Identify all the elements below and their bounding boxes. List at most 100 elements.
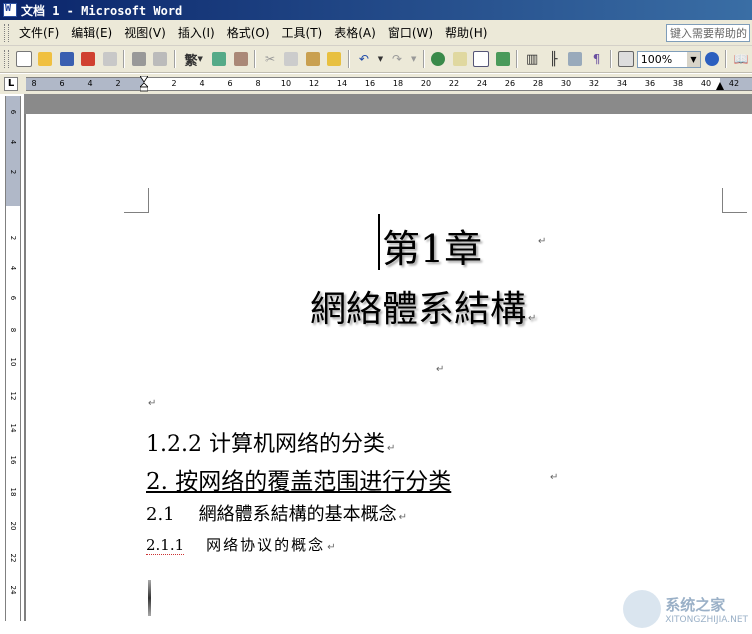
word-app-icon[interactable] — [3, 3, 17, 17]
read-icon[interactable]: 📖 — [732, 50, 749, 68]
toolbar-separator — [174, 50, 177, 68]
ruler-tick-label: 22 — [448, 79, 460, 88]
permission-icon[interactable] — [79, 50, 96, 68]
print-icon[interactable] — [130, 50, 147, 68]
ruler-tick-label: 10 — [9, 357, 17, 367]
menu-tools[interactable]: 工具(T) — [276, 22, 329, 43]
show-hide-icon[interactable]: ¶ — [588, 50, 605, 68]
toolbar-separator — [422, 50, 425, 68]
indent-marker[interactable] — [140, 76, 148, 92]
toolbar-separator — [516, 50, 519, 68]
ruler-tick-label: 12 — [308, 79, 320, 88]
ruler-tick-label: 24 — [476, 79, 488, 88]
redo-dropdown-icon[interactable]: ▼ — [410, 50, 418, 68]
open-icon[interactable] — [36, 50, 53, 68]
crop-mark-top-left — [124, 188, 149, 213]
ruler-tick-label: 8 — [31, 79, 37, 88]
toolbar-grip-handle[interactable] — [4, 50, 9, 68]
ruler-tick-label: 24 — [9, 585, 17, 595]
hyperlink-icon[interactable] — [430, 50, 447, 68]
ruler-tick-label: 34 — [616, 79, 628, 88]
heading-2-1-1-number: 2.1.1 — [146, 536, 185, 555]
copy-icon[interactable] — [283, 50, 300, 68]
horizontal-ruler-bar: L 8 6 4 2 2 4 6 8 10 12 14 16 18 20 22 2… — [0, 74, 752, 94]
menu-help[interactable]: 帮助(H) — [439, 22, 493, 43]
watermark-text: 系统之家 — [665, 595, 726, 614]
ruler-tick-label: 4 — [9, 139, 17, 145]
spelling-icon[interactable] — [210, 50, 227, 68]
ruler-tick-label: 4 — [9, 265, 17, 271]
watermark-text-group: 系统之家 XITONGZHIJIA.NET — [665, 594, 748, 625]
traditional-chinese-icon[interactable]: 繁 ▼ — [181, 50, 206, 69]
ruler-tick-label: 10 — [280, 79, 292, 88]
undo-icon[interactable]: ↶ — [355, 50, 372, 68]
ruler-tick-label: 4 — [87, 79, 93, 88]
research-icon[interactable] — [232, 50, 249, 68]
undo-dropdown-icon[interactable]: ▼ — [377, 50, 385, 68]
text-cursor — [378, 214, 380, 270]
zoom-dropdown[interactable]: 100% ▼ — [636, 50, 701, 68]
zoom-icon[interactable] — [617, 50, 634, 68]
new-icon[interactable] — [15, 50, 32, 68]
ruler-tick-label: 6 — [59, 79, 65, 88]
chapter-heading[interactable]: 第1章 — [382, 218, 482, 273]
ruler-tick-label: 22 — [9, 553, 17, 563]
paragraph-mark: ↵ — [528, 313, 537, 324]
menu-view[interactable]: 视图(V) — [118, 22, 172, 43]
ruler-tick-label: 16 — [364, 79, 376, 88]
ruler-tick-label: 26 — [504, 79, 516, 88]
menubar-grip-handle[interactable] — [4, 23, 9, 42]
ruler-tick-label: 28 — [532, 79, 544, 88]
chevron-down-icon[interactable]: ▼ — [686, 51, 700, 67]
tables-borders-icon[interactable] — [451, 50, 468, 68]
ruler-tick-label: 18 — [392, 79, 404, 88]
menu-table[interactable]: 表格(A) — [328, 22, 382, 43]
ruler-tick-label: 14 — [9, 423, 17, 433]
menu-file[interactable]: 文件(F) — [13, 22, 65, 43]
title-bar[interactable]: 文档 1 - Microsoft Word — [0, 0, 752, 20]
menu-insert[interactable]: 插入(I) — [172, 22, 221, 43]
email-icon[interactable] — [101, 50, 118, 68]
ruler-tick-label: 8 — [9, 327, 17, 333]
document-workspace: 第1章 ↵ 網絡體系結構 ↵ ↵ ↵ 1.2.2 计算机网络的分类 ↵ 2. 按网络… — [24, 94, 752, 634]
cut-icon[interactable]: ✂ — [261, 50, 278, 68]
right-indent-marker[interactable] — [716, 82, 724, 90]
chapter-heading-text: 第1章 — [382, 227, 483, 271]
columns-icon[interactable]: ▥ — [523, 50, 540, 68]
help-icon[interactable] — [703, 50, 720, 68]
menu-format[interactable]: 格式(O) — [221, 22, 276, 43]
tab-selector-button[interactable]: L — [4, 77, 18, 91]
paste-icon[interactable] — [304, 50, 321, 68]
toolbar-separator — [610, 50, 613, 68]
heading-2-1[interactable]: 2.1 網絡體系結構的基本概念 ↵ — [146, 500, 407, 526]
ruler-tick-label: 20 — [9, 521, 17, 531]
heading-2-1-1[interactable]: 2.1.1 网络协议的概念 ↵ — [146, 534, 336, 555]
paragraph-mark: ↵ — [538, 236, 547, 247]
chapter-title-text: 網絡體系結構 — [310, 289, 527, 330]
chapter-title[interactable]: 網絡體系結構 ↵ — [310, 280, 536, 332]
heading-1-2-2-text: 1.2.2 计算机网络的分类 — [146, 432, 385, 457]
workspace-top-strip — [24, 94, 752, 114]
ruler-tick-label: 2 — [9, 235, 17, 241]
paragraph-mark: ↵ — [148, 398, 157, 409]
document-page[interactable]: 第1章 ↵ 網絡體系結構 ↵ ↵ ↵ 1.2.2 计算机网络的分类 ↵ 2. 按网络… — [26, 114, 752, 634]
menu-window[interactable]: 窗口(W) — [382, 22, 439, 43]
menu-edit[interactable]: 编辑(E) — [65, 22, 118, 43]
help-search-input[interactable]: 键入需要帮助的 — [666, 23, 750, 42]
save-icon[interactable] — [58, 50, 75, 68]
vertical-ruler[interactable]: 6 4 2 2 4 6 8 10 12 14 16 18 20 22 24 — [5, 96, 21, 621]
watermark-logo-icon — [623, 590, 662, 628]
print-preview-icon[interactable] — [152, 50, 169, 68]
heading-2[interactable]: 2. 按网络的覆盖范围进行分类 — [146, 462, 451, 496]
redo-icon[interactable]: ↷ — [388, 50, 405, 68]
paragraph-mark: ↵ — [386, 443, 396, 454]
document-map-icon[interactable] — [566, 50, 583, 68]
insert-table-icon[interactable] — [472, 50, 490, 68]
ruler-tick-label: 4 — [199, 79, 205, 88]
drawing-icon[interactable]: ╟ — [545, 50, 562, 68]
format-painter-icon[interactable] — [326, 50, 343, 68]
ruler-tick-label: 42 — [728, 79, 740, 88]
horizontal-ruler[interactable]: 8 6 4 2 2 4 6 8 10 12 14 16 18 20 22 24 … — [26, 76, 752, 92]
heading-1-2-2[interactable]: 1.2.2 计算机网络的分类 ↵ — [146, 426, 395, 458]
insert-excel-icon[interactable] — [494, 50, 511, 68]
